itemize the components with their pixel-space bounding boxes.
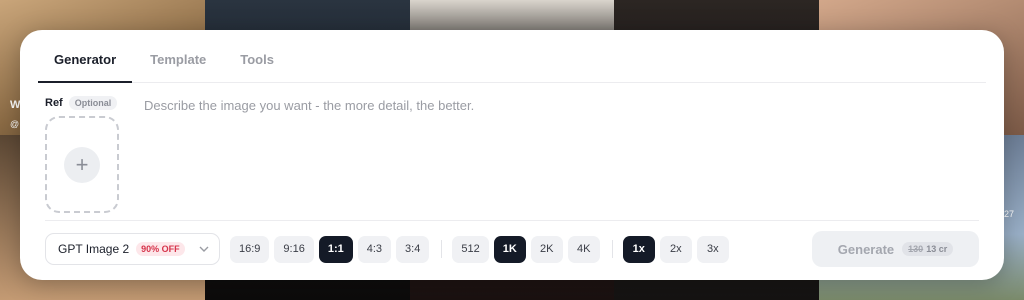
original-cost: 130	[908, 244, 924, 254]
plus-icon: +	[64, 146, 100, 183]
model-name: GPT Image 2	[58, 242, 130, 256]
optional-badge: Optional	[68, 96, 118, 110]
resolution-2k[interactable]: 2K	[530, 235, 563, 263]
count-3x[interactable]: 3x	[696, 235, 729, 263]
aspect-3-4[interactable]: 3:4	[396, 235, 430, 263]
tab-template[interactable]: Template	[134, 30, 222, 82]
generate-button[interactable]: Generate 130 13 cr	[812, 231, 979, 267]
generator-panel: Generator Template Tools Ref Optional + …	[20, 30, 1004, 280]
gallery-caption: @	[10, 119, 20, 129]
aspect-16-9[interactable]: 16:9	[230, 235, 270, 263]
tab-tools[interactable]: Tools	[224, 30, 290, 82]
resolution-1k[interactable]: 1K	[493, 235, 526, 263]
tab-generator[interactable]: Generator	[38, 30, 133, 83]
prompt-input[interactable]	[144, 98, 964, 208]
count-1x[interactable]: 1x	[622, 235, 655, 263]
discount-badge: 90% OFF	[136, 242, 185, 256]
reference-image-upload[interactable]: +	[45, 116, 119, 213]
aspect-1-1[interactable]: 1:1	[318, 235, 353, 263]
aspect-ratio-group: 16:9 9:16 1:1 4:3 3:4	[230, 235, 430, 263]
count-2x[interactable]: 2x	[659, 235, 692, 263]
resolution-512[interactable]: 512	[452, 235, 489, 263]
gallery-caption: 27	[1004, 209, 1015, 219]
divider	[45, 220, 979, 221]
aspect-9-16[interactable]: 9:16	[274, 235, 314, 263]
options-toolbar: GPT Image 2 90% OFF 16:9 9:16 1:1 4:3 3:…	[45, 231, 979, 267]
separator	[441, 240, 443, 258]
resolution-4k[interactable]: 4K	[567, 235, 600, 263]
resolution-group: 512 1K 2K 4K	[452, 235, 600, 263]
reference-image-section: Ref Optional +	[45, 96, 119, 213]
count-group: 1x 2x 3x	[622, 235, 729, 263]
separator	[611, 240, 613, 258]
tab-bar: Generator Template Tools	[38, 30, 986, 83]
gallery-caption: W	[10, 99, 21, 111]
generate-label: Generate	[837, 241, 895, 257]
model-select[interactable]: GPT Image 2 90% OFF	[45, 233, 220, 265]
aspect-4-3[interactable]: 4:3	[357, 235, 392, 263]
credit-cost-badge: 130 13 cr	[902, 242, 954, 256]
discounted-cost: 13 cr	[926, 244, 948, 254]
ref-label: Ref	[45, 97, 63, 109]
chevron-down-icon	[199, 244, 209, 255]
